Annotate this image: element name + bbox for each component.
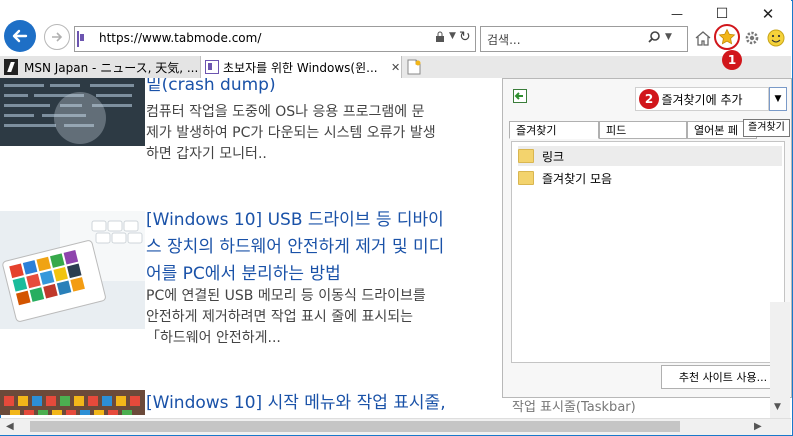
callout-badge-1: 1 <box>722 50 742 70</box>
smiley-icon[interactable] <box>767 29 785 50</box>
favorites-star-icon[interactable] <box>714 24 740 50</box>
tab-feeds[interactable]: 피드 <box>599 121 687 139</box>
new-tab-icon <box>407 59 421 75</box>
tooltip: 즐겨찾기 <box>743 119 790 137</box>
search-placeholder: 검색... <box>487 33 521 47</box>
scroll-down-icon[interactable]: ▼ <box>774 402 781 412</box>
tab-label: MSN Japan - ニュース, 天気, ... <box>24 60 199 75</box>
back-button[interactable] <box>4 20 36 52</box>
title-line: 스 장치의 하드웨어 안전하게 제거 및 미디 <box>146 237 445 257</box>
site-favicon-icon <box>77 31 79 47</box>
tab-label: 초보자를 위한 Windows(윈... <box>223 60 378 75</box>
suggested-sites-button[interactable]: 추천 사이트 사용... <box>661 365 785 389</box>
tab-tabmode[interactable]: 초보자를 위한 Windows(윈... ✕ <box>201 56 402 78</box>
horizontal-scrollbar[interactable]: ◀ ▶ <box>0 418 791 435</box>
favorites-item-favorites-bar[interactable]: 즐겨찾기 모음 <box>518 168 782 188</box>
refresh-icon[interactable]: ↻ <box>459 29 471 45</box>
dropdown-arrow-icon[interactable]: ▼ <box>449 31 456 41</box>
address-bar[interactable]: https://www.tabmode.com/ ▼ ↻ <box>74 26 476 52</box>
article-title[interactable]: [Windows 10] 시작 메뉴와 작업 표시줄, <box>146 390 486 415</box>
favorites-item-links[interactable]: 링크 <box>518 146 782 166</box>
callout-badge-2: 2 <box>639 89 659 109</box>
add-favorites-dropdown[interactable]: ▼ <box>769 87 787 111</box>
tab-favorites[interactable]: 즐겨찾기 <box>509 121 599 139</box>
folder-icon <box>518 149 534 163</box>
vertical-scrollbar[interactable]: ▼ <box>770 302 790 418</box>
favorites-list: 링크 즐겨찾기 모음 <box>511 141 785 363</box>
chevron-down-icon: ▼ <box>774 94 782 104</box>
title-line: [Windows 10] 시작 메뉴와 작업 표시줄, <box>146 393 446 413</box>
folder-icon <box>518 171 534 185</box>
msn-icon <box>4 59 18 75</box>
favorites-panel: 즐겨찾기에 추가 ▼ 2 즐겨찾기 피드 열어본 페 즐겨찾기 링크 즐겨찾기 … <box>502 78 792 398</box>
tabmode-icon <box>205 60 219 74</box>
forward-button[interactable] <box>44 24 70 50</box>
new-tab-button[interactable] <box>404 56 424 78</box>
item-label: 즐겨찾기 모음 <box>542 171 613 186</box>
tab-close-icon[interactable]: ✕ <box>391 61 400 74</box>
tab-bar: MSN Japan - ニュース, 天気, ... 초보자를 위한 Window… <box>0 56 791 79</box>
sidebar-link[interactable]: 작업 표시줄(Taskbar) <box>512 396 636 415</box>
article-thumbnail[interactable] <box>0 211 145 329</box>
article-title[interactable]: [Windows 10] USB 드라이브 등 디바이 스 장치의 하드웨어 안… <box>146 207 486 288</box>
scroll-left-icon[interactable]: ◀ <box>6 421 14 432</box>
url-text: https://www.tabmode.com/ <box>99 31 262 45</box>
excerpt-line: 안전하게 제거하려면 작업 표시 줄에 표시되는 <box>146 309 413 325</box>
arrow-left-icon <box>12 29 28 43</box>
search-dropdown-icon[interactable]: ▼ <box>665 32 672 42</box>
excerpt-line: 컴퓨터 작업을 도중에 OS나 응용 프로그램에 문 <box>146 104 425 120</box>
search-icon[interactable] <box>647 30 661 47</box>
excerpt-line: 하면 갑자기 모니터.. <box>146 146 267 162</box>
article-excerpt: PC에 연결된 USB 메모리 등 이동식 드라이브를 안전하게 제거하려면 작… <box>146 286 496 349</box>
excerpt-line: PC에 연결된 USB 메모리 등 이동식 드라이브를 <box>146 288 426 304</box>
gear-icon[interactable] <box>744 30 760 49</box>
article-thumbnail[interactable] <box>0 78 145 146</box>
excerpt-line: 제가 발생하여 PC가 다운되는 시스템 오류가 발생 <box>146 125 436 141</box>
pin-panel-icon[interactable] <box>513 89 527 106</box>
search-box[interactable]: 검색... ▼ <box>480 26 688 52</box>
scroll-right-icon[interactable]: ▶ <box>754 421 762 432</box>
navigation-bar: — ☐ ✕ https://www.tabmode.com/ ▼ ↻ 검색...… <box>0 0 791 70</box>
tab-msn[interactable]: MSN Japan - ニュース, 天気, ... <box>0 56 201 78</box>
item-label: 링크 <box>542 149 565 164</box>
article-excerpt: 컴퓨터 작업을 도중에 OS나 응용 프로그램에 문 제가 발생하여 PC가 다… <box>146 102 496 165</box>
minimize-button[interactable]: — <box>655 0 699 28</box>
title-line: 어를 PC에서 분리하는 방법 <box>146 264 341 284</box>
scroll-thumb[interactable] <box>30 421 680 432</box>
article-title[interactable]: 밑(crash dump) <box>146 78 486 99</box>
article-thumbnail[interactable] <box>0 390 145 415</box>
lock-icon <box>435 31 445 46</box>
excerpt-line: 「하드웨어 안전하게... <box>146 330 281 346</box>
arrow-right-icon <box>52 32 63 42</box>
close-button[interactable]: ✕ <box>746 0 790 28</box>
title-line: [Windows 10] USB 드라이브 등 디바이 <box>146 210 444 230</box>
home-icon[interactable] <box>694 30 712 49</box>
